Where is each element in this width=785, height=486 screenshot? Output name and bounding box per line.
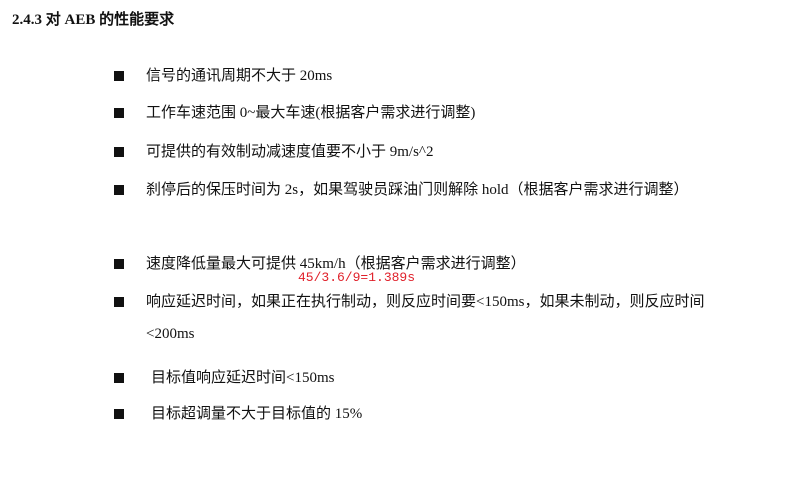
square-bullet-icon — [114, 147, 124, 157]
requirement-text: 工作车速范围 0~最大车速(根据客户需求进行调整) — [146, 105, 476, 121]
requirement-text: 信号的通讯周期不大于 20ms — [146, 68, 333, 84]
requirement-text: 目标值响应延迟时间<150ms — [151, 370, 335, 386]
square-bullet-icon — [114, 108, 124, 118]
square-bullet-icon — [114, 409, 124, 419]
requirement-text: 速度降低量最大可提供 45km/h（根据客户需求进行调整） — [146, 256, 526, 272]
requirement-text: 可提供的有效制动减速度值要不小于 9m/s^2 — [146, 144, 434, 160]
square-bullet-icon — [114, 259, 124, 269]
square-bullet-icon — [114, 373, 124, 383]
square-bullet-icon — [114, 71, 124, 81]
requirement-text: 响应延迟时间，如果正在执行制动，则反应时间要<150ms，如果未制动，则反应时间… — [146, 294, 705, 342]
square-bullet-icon — [114, 297, 124, 307]
square-bullet-icon — [114, 185, 124, 195]
handwritten-calculation-note: 45/3.6/9=1.389s — [298, 270, 416, 285]
section-heading: 2.4.3 对 AEB 的性能要求 — [12, 12, 175, 28]
requirement-text: 目标超调量不大于目标值的 15% — [151, 406, 363, 422]
requirement-text: 刹停后的保压时间为 2s，如果驾驶员踩油门则解除 hold（根据客户需求进行调整… — [146, 182, 689, 198]
